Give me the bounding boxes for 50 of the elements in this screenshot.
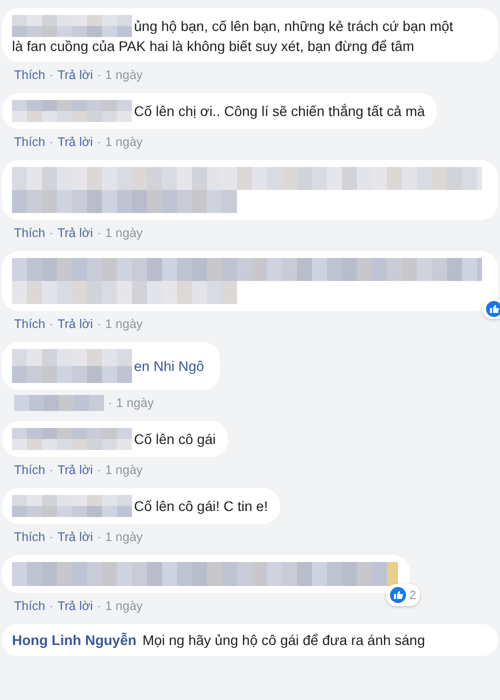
separator-dot: · <box>49 68 54 82</box>
comment-time[interactable]: 1 ngày <box>116 396 154 410</box>
like-link[interactable]: Thích <box>14 68 46 82</box>
comment-time[interactable]: 1 ngày <box>105 135 143 149</box>
like-link[interactable]: Thích <box>14 226 46 240</box>
separator-dot: · <box>96 463 102 477</box>
reply-link[interactable]: Trả lời <box>57 530 93 544</box>
comment-time[interactable]: 1 ngày <box>105 530 143 544</box>
like-link[interactable]: Thích <box>14 135 46 149</box>
separator-dot: · <box>108 396 112 410</box>
separator-dot: · <box>96 530 102 544</box>
like-link[interactable]: Thích <box>14 317 46 331</box>
reaction-badge[interactable]: 2 <box>386 584 420 606</box>
separator-dot: · <box>96 68 102 82</box>
author-name[interactable]: Hong Linh Nguyễn <box>12 631 136 649</box>
separator-dot: · <box>49 599 54 613</box>
reply-link[interactable]: Trả lời <box>57 599 93 613</box>
separator-dot: · <box>49 463 54 477</box>
comment-text: Cố lên chị ơi.. Công lí sẽ chiến thắng tất cả mà <box>134 102 425 120</box>
reply-link[interactable]: Trả lời <box>57 135 93 149</box>
reaction-badge[interactable] <box>482 299 500 319</box>
reply-link[interactable]: Trả lời <box>57 317 93 331</box>
separator-dot: · <box>96 317 102 331</box>
separator-dot: · <box>49 226 54 240</box>
comment-time[interactable]: 1 ngày <box>105 463 143 477</box>
comment-time[interactable]: 1 ngày <box>105 317 143 331</box>
separator-dot: · <box>49 135 54 149</box>
reply-link[interactable]: Trả lời <box>57 226 93 240</box>
comment-text: Cố lên cô gái! C tin e! <box>134 497 268 515</box>
comment-time[interactable]: 1 ngày <box>105 226 143 240</box>
separator-dot: · <box>96 599 102 613</box>
separator-dot: · <box>49 530 54 544</box>
separator-dot: · <box>49 317 54 331</box>
reply-link[interactable]: Trả lời <box>57 463 93 477</box>
comment-text: ủng hộ bạn, cố lên bạn, những kẻ trách cứ bạn một <box>134 17 454 35</box>
author-name[interactable]: en Nhi Ngô <box>134 357 204 375</box>
like-icon <box>486 301 500 317</box>
comment-time[interactable]: 1 ngày <box>105 68 143 82</box>
comment-time[interactable]: 1 ngày <box>105 599 143 613</box>
like-icon <box>390 587 406 603</box>
comment-text: Mọi ng hãy ủng hộ cô gái để đưa ra ánh sáng <box>142 631 426 649</box>
comment-text: Cố lên cô gái <box>134 430 216 448</box>
like-link[interactable]: Thích <box>14 530 46 544</box>
comment-text: là fan cuồng của PAK hai là không biết suy xét, bạn đừng để tâm <box>12 37 416 55</box>
separator-dot: · <box>96 135 102 149</box>
reaction-count: 2 <box>409 587 416 604</box>
like-link[interactable]: Thích <box>14 599 46 613</box>
separator-dot: · <box>96 226 102 240</box>
reply-link[interactable]: Trả lời <box>57 68 93 82</box>
like-link[interactable]: Thích <box>14 463 46 477</box>
